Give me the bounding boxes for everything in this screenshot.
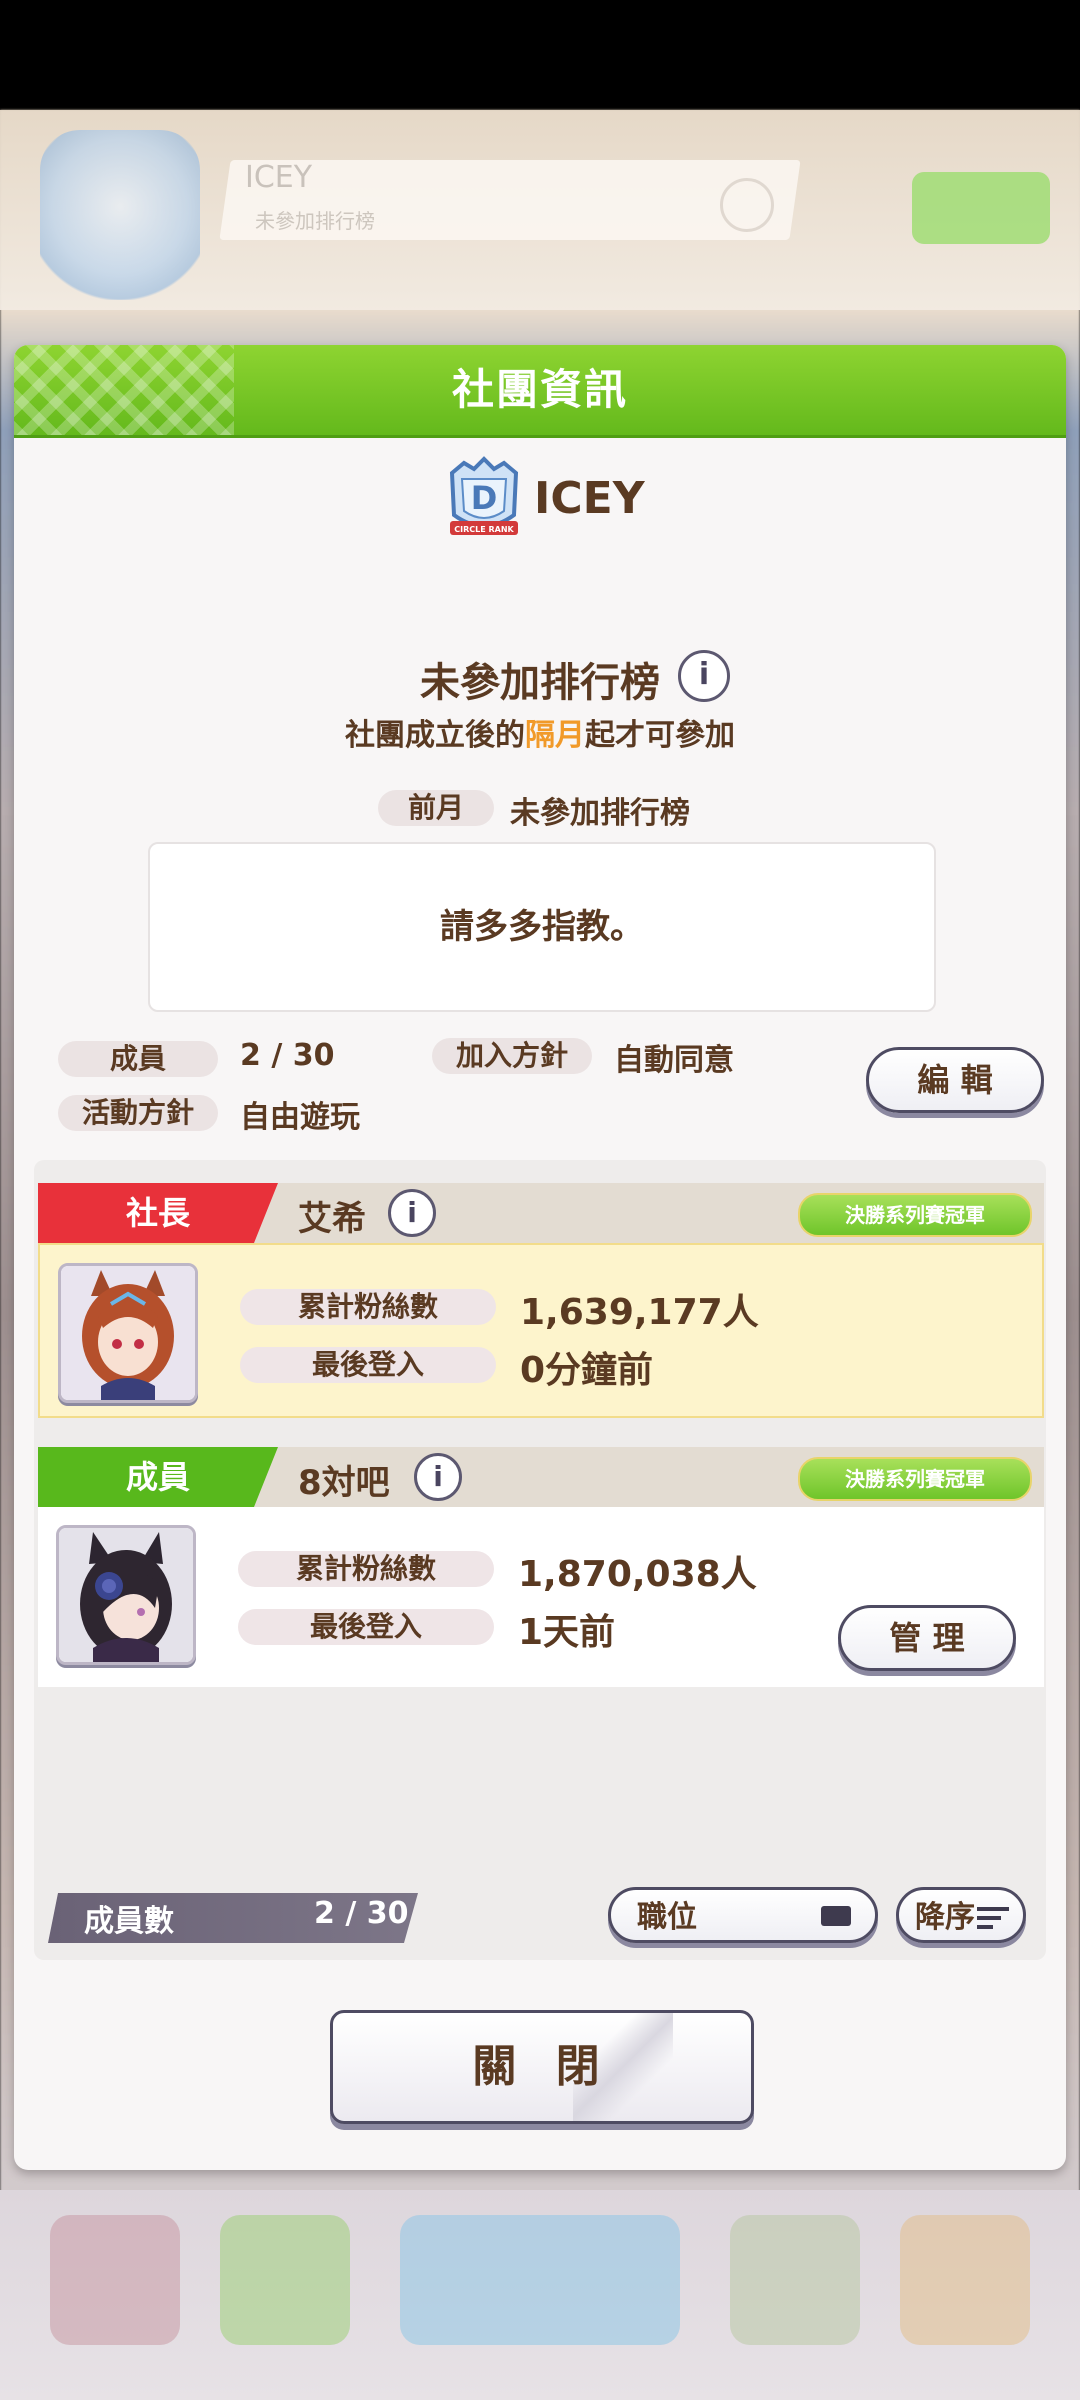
members-label: 成員 xyxy=(58,1041,218,1077)
ranking-info-icon[interactable]: i xyxy=(678,650,730,702)
fans-label: 累計粉絲數 xyxy=(238,1551,494,1587)
background-nav-icon xyxy=(400,2215,680,2345)
champion-badge: 決勝系列賽冠軍 xyxy=(798,1457,1032,1501)
fans-value: 1,639,177人 xyxy=(520,1292,759,1333)
background-info-icon xyxy=(720,178,774,232)
note-prefix: 社團成立後的 xyxy=(345,718,525,753)
member-card[interactable]: 成員 8対吧 i 決勝系列賽冠軍 累計粉絲數 1,870,038人 最後登入 1… xyxy=(38,1447,1044,1687)
close-button[interactable]: 關 閉 xyxy=(330,2010,754,2124)
member-avatar[interactable] xyxy=(56,1525,196,1665)
sort-dropdown-icon xyxy=(821,1906,851,1926)
fans-label: 累計粉絲數 xyxy=(240,1289,496,1325)
circle-name: ICEY xyxy=(534,473,645,524)
ranking-note: 社團成立後的隔月起才可參加 xyxy=(14,710,1066,754)
role-badge: 成員 xyxy=(38,1447,278,1507)
members-value: 2 / 30 xyxy=(240,1038,335,1073)
last-login-label: 最後登入 xyxy=(238,1609,494,1645)
member-card-body: 累計粉絲數 1,870,038人 最後登入 1天前 管 理 xyxy=(38,1507,1044,1687)
member-avatar[interactable] xyxy=(58,1263,198,1403)
emblem-banner: CIRCLE RANK xyxy=(454,525,514,534)
background-green-button xyxy=(912,172,1050,244)
edit-button[interactable]: 編 輯 xyxy=(866,1047,1044,1113)
member-card-body: 累計粉絲數 1,639,177人 最後登入 0分鐘前 xyxy=(38,1243,1044,1418)
role-badge: 社長 xyxy=(38,1183,278,1243)
last-login-label: 最後登入 xyxy=(240,1347,496,1383)
member-count-label: 成員數 xyxy=(84,1904,174,1939)
sort-descending-icon xyxy=(977,1907,1009,1929)
member-card-header: 社長 艾希 i 決勝系列賽冠軍 xyxy=(38,1183,1044,1243)
sort-by-label: 職位 xyxy=(637,1900,697,1935)
member-info-icon[interactable]: i xyxy=(414,1453,462,1501)
background-nav-icon xyxy=(900,2215,1030,2345)
note-highlight: 隔月 xyxy=(525,718,585,753)
background-circle-status: 未參加排行榜 xyxy=(255,209,375,233)
last-month-value: 未參加排行榜 xyxy=(510,796,690,831)
dialog-title: 社團資訊 xyxy=(451,365,628,414)
activity-policy-value: 自由遊玩 xyxy=(240,1100,360,1135)
ranking-title: 未參加排行榜 xyxy=(420,660,660,706)
activity-policy-label: 活動方針 xyxy=(58,1095,218,1131)
background-circle-emblem xyxy=(40,130,200,300)
circle-emblem-icon: D CIRCLE RANK xyxy=(449,456,519,535)
leader-portrait-icon xyxy=(61,1266,195,1400)
member-portrait-icon xyxy=(59,1528,193,1662)
member-card-leader[interactable]: 社長 艾希 i 決勝系列賽冠軍 累計粉絲數 1,639,177人 最後登入 0分… xyxy=(38,1183,1044,1418)
emblem-letter: D xyxy=(471,479,498,517)
member-card-header: 成員 8対吧 i 決勝系列賽冠軍 xyxy=(38,1447,1044,1507)
background-nav-icon xyxy=(220,2215,350,2345)
join-policy-value: 自動同意 xyxy=(614,1043,734,1078)
last-month-label: 前月 xyxy=(378,790,494,826)
last-login-value: 0分鐘前 xyxy=(520,1350,654,1391)
member-name: 8対吧 xyxy=(298,1463,390,1503)
fans-value: 1,870,038人 xyxy=(518,1554,757,1595)
sort-order-label: 降序 xyxy=(915,1900,975,1935)
note-suffix: 起才可參加 xyxy=(585,718,735,753)
last-login-value: 1天前 xyxy=(518,1612,616,1653)
circle-info-dialog: 社團資訊 D CIRCLE RANK ICEY 未參加排行榜 i 社團成立後的隔… xyxy=(14,345,1066,2170)
member-count-value: 2 / 30 xyxy=(314,1896,409,1931)
background-nav-icon xyxy=(50,2215,180,2345)
background-nav-icon xyxy=(730,2215,860,2345)
status-bar xyxy=(0,0,1080,110)
background-circle-name: ICEY xyxy=(245,160,313,195)
member-info-icon[interactable]: i xyxy=(388,1189,436,1237)
champion-badge: 決勝系列賽冠軍 xyxy=(798,1193,1032,1237)
dialog-header: 社團資訊 xyxy=(14,345,1066,438)
sort-by-button[interactable]: 職位 xyxy=(608,1887,878,1943)
circle-intro-box: 請多多指教。 xyxy=(148,842,936,1012)
close-button-label: 關 閉 xyxy=(472,2041,612,2092)
sort-order-button[interactable]: 降序 xyxy=(896,1887,1026,1943)
member-name: 艾希 xyxy=(298,1199,366,1239)
circle-intro-text: 請多多指教。 xyxy=(440,907,644,947)
join-policy-label: 加入方針 xyxy=(432,1038,592,1074)
manage-button[interactable]: 管 理 xyxy=(838,1605,1016,1671)
